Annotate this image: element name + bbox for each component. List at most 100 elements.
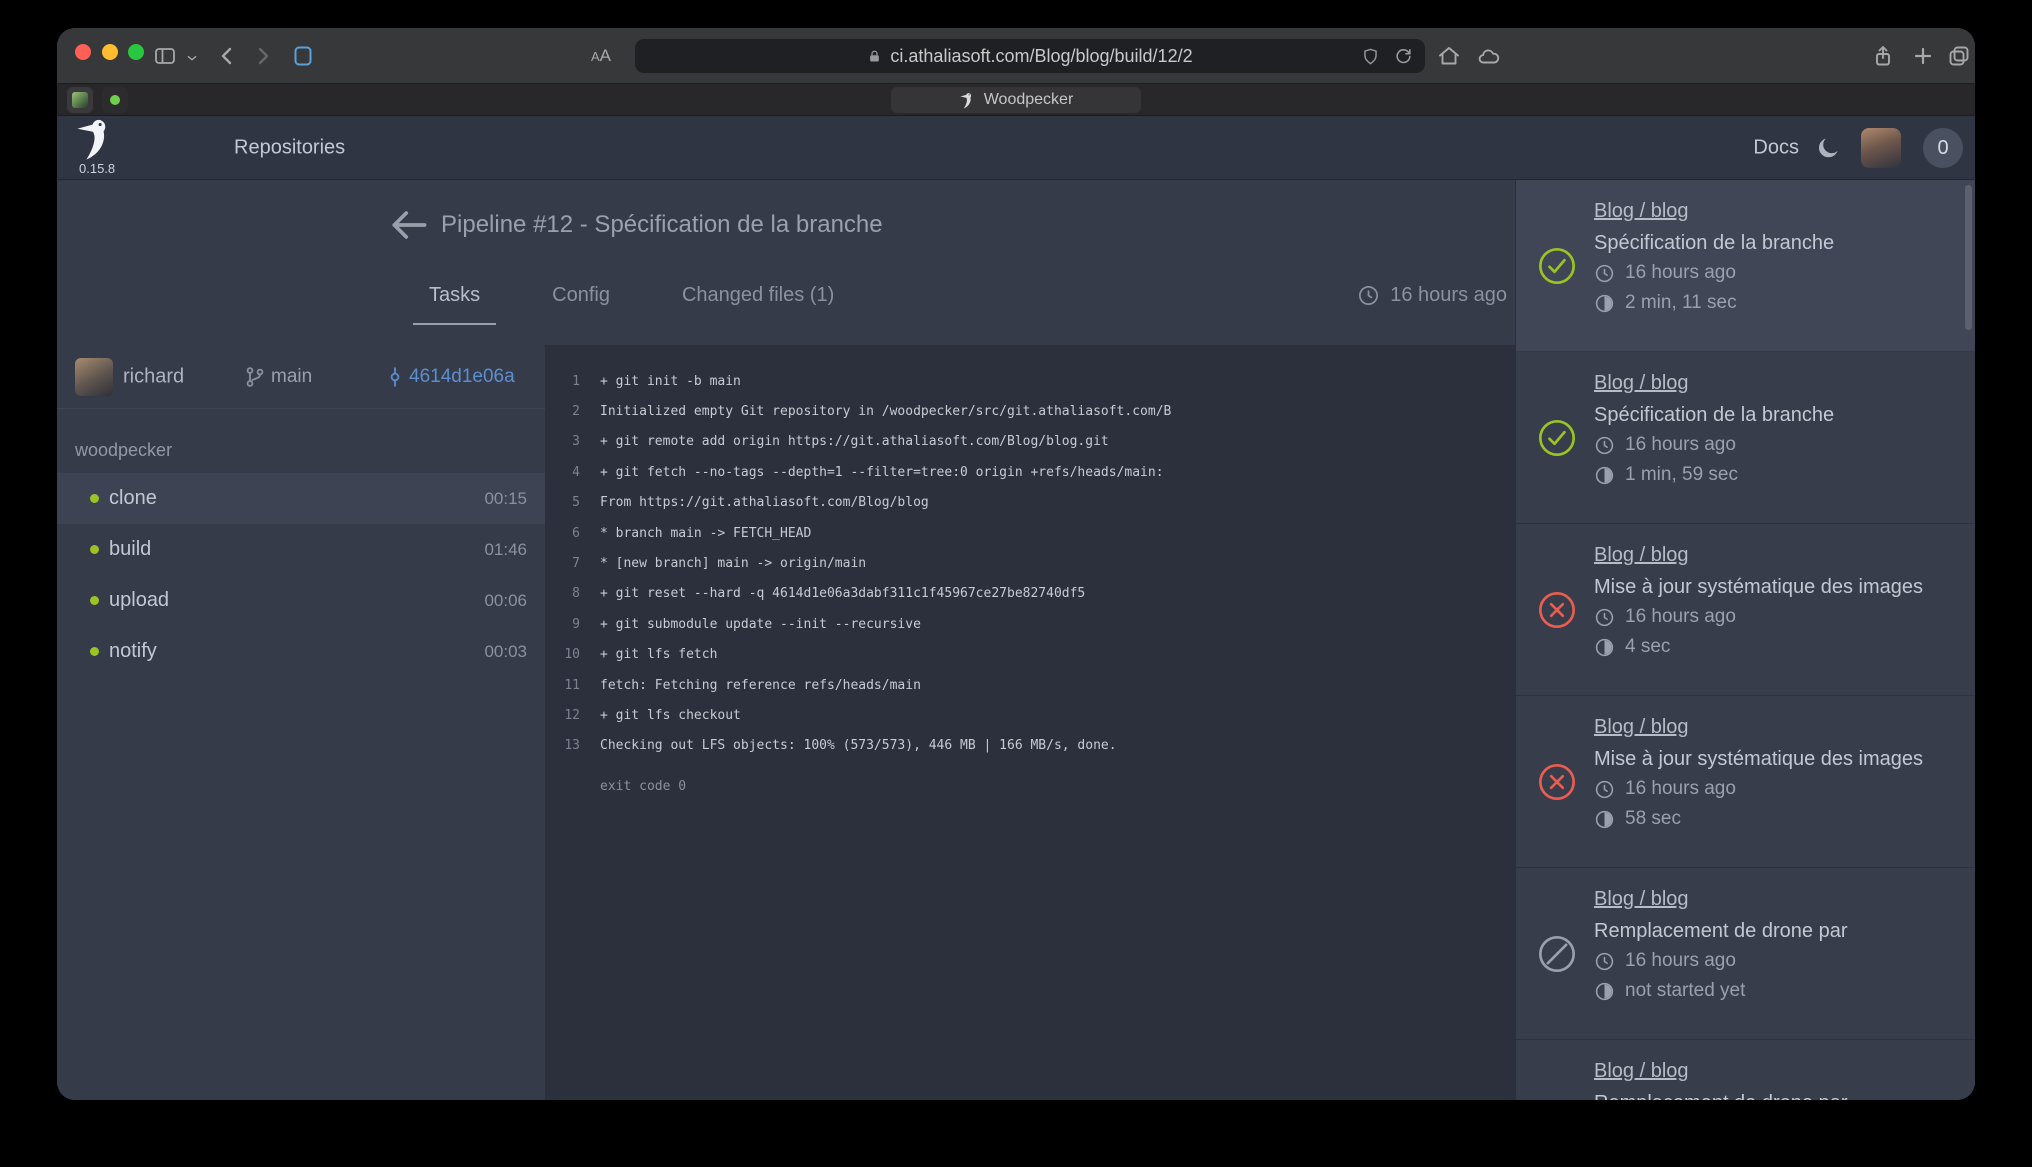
minimize-window-button[interactable] xyxy=(102,44,118,60)
app-version: 0.15.8 xyxy=(79,161,115,176)
user-avatar[interactable] xyxy=(1861,128,1901,168)
step-duration: 00:03 xyxy=(484,642,527,662)
step-row-notify[interactable]: notify 00:03 xyxy=(57,626,545,677)
back-arrow-icon[interactable] xyxy=(387,203,431,247)
build-card[interactable]: Blog / blog Spécification de la branche … xyxy=(1516,180,1975,352)
build-age: 16 hours ago xyxy=(1625,262,1736,284)
woodpecker-favicon xyxy=(959,92,976,109)
scrollbar-thumb[interactable] xyxy=(1965,185,1972,330)
pinned-site-icon[interactable] xyxy=(291,44,315,68)
repo-link[interactable]: Blog / blog xyxy=(1594,1056,1689,1086)
clock-icon xyxy=(1594,435,1615,456)
tab-tasks[interactable]: Tasks xyxy=(413,278,496,325)
address-bar[interactable]: ci.athaliasoft.com/Blog/blog/build/12/2 xyxy=(635,39,1425,73)
status-skipped-icon xyxy=(1537,934,1577,974)
lock-icon xyxy=(867,49,882,64)
line-number: 9 xyxy=(545,617,580,632)
line-text: + git lfs fetch xyxy=(600,647,717,662)
build-duration: 1 min, 59 sec xyxy=(1625,464,1738,486)
tab-overview-icon[interactable] xyxy=(1947,44,1971,68)
nav-repositories[interactable]: Repositories xyxy=(234,136,345,159)
step-name: upload xyxy=(109,589,169,612)
tab-changed-files-1-[interactable]: Changed files (1) xyxy=(666,278,850,325)
build-feed-list: Blog / blog Spécification de la branche … xyxy=(1516,180,1975,1100)
line-text: * branch main -> FETCH_HEAD xyxy=(600,526,811,541)
repo-link[interactable]: Blog / blog xyxy=(1594,884,1689,914)
new-tab-icon[interactable] xyxy=(1911,44,1935,68)
step-row-clone[interactable]: clone 00:15 xyxy=(57,473,545,524)
step-status-dot xyxy=(90,494,99,503)
commit-message: Remplacement de drone par woodpecker xyxy=(1594,916,1957,946)
repo-link[interactable]: Blog / blog xyxy=(1594,540,1689,570)
dark-mode-toggle-icon[interactable] xyxy=(1815,135,1841,161)
forward-nav-icon[interactable] xyxy=(251,44,275,68)
line-number: 13 xyxy=(545,738,580,753)
build-card[interactable]: Blog / blog Mise à jour systématique des… xyxy=(1516,524,1975,696)
console-line: 5 From https://git.athaliasoft.com/Blog/… xyxy=(545,488,1515,518)
share-icon[interactable] xyxy=(1871,44,1895,68)
step-duration: 01:46 xyxy=(484,540,527,560)
build-duration: not started yet xyxy=(1625,980,1745,1002)
tab-config[interactable]: Config xyxy=(536,278,626,325)
tab-title: Woodpecker xyxy=(984,91,1074,109)
repo-link[interactable]: Blog / blog xyxy=(1594,368,1689,398)
build-card[interactable]: Blog / blog Remplacement de drone par wo… xyxy=(1516,1040,1975,1100)
close-window-button[interactable] xyxy=(75,44,91,60)
desktop: AA ci.athaliasoft.com/Blog/blog/build/12… xyxy=(0,0,2032,1167)
pipeline-main: Pipeline #12 - Spécification de la branc… xyxy=(57,180,1515,1100)
build-card[interactable]: Blog / blog Mise à jour systématique des… xyxy=(1516,696,1975,868)
active-tab[interactable]: Woodpecker xyxy=(891,87,1141,113)
app-body: Pipeline #12 - Spécification de la branc… xyxy=(57,180,1975,1100)
status-success-icon xyxy=(1537,246,1577,286)
build-card[interactable]: Blog / blog Spécification de la branche … xyxy=(1516,352,1975,524)
build-feed-sidebar: Blog / blog Spécification de la branche … xyxy=(1515,180,1975,1100)
line-number: 3 xyxy=(545,434,580,449)
build-duration: 4 sec xyxy=(1625,636,1670,658)
url-text: ci.athaliasoft.com/Blog/blog/build/12/2 xyxy=(890,46,1192,67)
pinned-tab-2[interactable] xyxy=(102,87,128,113)
text-size-icon[interactable]: AA xyxy=(591,46,625,70)
reload-icon[interactable] xyxy=(1394,47,1413,66)
browser-window: AA ci.athaliasoft.com/Blog/blog/build/12… xyxy=(57,28,1975,1100)
commit-message: Mise à jour systématique des images xyxy=(1594,572,1957,602)
clock-icon xyxy=(1594,607,1615,628)
line-text: Checking out LFS objects: 100% (573/573)… xyxy=(600,738,1117,753)
shield-icon[interactable] xyxy=(1361,47,1380,66)
pinned-tab-favicon xyxy=(110,95,120,105)
build-card[interactable]: Blog / blog Remplacement de drone par wo… xyxy=(1516,868,1975,1040)
line-text: + git init -b main xyxy=(600,374,741,389)
repo-link[interactable]: Blog / blog xyxy=(1594,196,1689,226)
step-row-upload[interactable]: upload 00:06 xyxy=(57,575,545,626)
line-number: 7 xyxy=(545,556,580,571)
step-duration: 00:15 xyxy=(484,489,527,509)
commit-sha-link[interactable]: 4614d1e06a xyxy=(409,366,515,388)
line-text: + git remote add origin https://git.atha… xyxy=(600,434,1109,449)
pipeline-header: Pipeline #12 - Spécification de la branc… xyxy=(57,180,1515,345)
zoom-window-button[interactable] xyxy=(128,44,144,60)
step-row-build[interactable]: build 01:46 xyxy=(57,524,545,575)
commit-message: Mise à jour systématique des images xyxy=(1594,744,1957,774)
clock-icon xyxy=(1594,779,1615,800)
repo-link[interactable]: Blog / blog xyxy=(1594,712,1689,742)
line-number: 11 xyxy=(545,678,580,693)
pipeline-age: 16 hours ago xyxy=(1357,284,1507,307)
line-number: 2 xyxy=(545,404,580,419)
nav-docs[interactable]: Docs xyxy=(1753,136,1799,159)
back-nav-icon[interactable] xyxy=(215,44,239,68)
console-line: 7 * [new branch] main -> origin/main xyxy=(545,548,1515,578)
line-text: + git lfs checkout xyxy=(600,708,741,723)
step-status-dot xyxy=(90,545,99,554)
woodpecker-logo-icon[interactable] xyxy=(73,117,119,161)
step-name: notify xyxy=(109,640,157,663)
notification-count-badge[interactable]: 0 xyxy=(1923,128,1963,168)
console-line: 8 + git reset --hard -q 4614d1e06a3dabf3… xyxy=(545,579,1515,609)
sidebar-toggle-icon[interactable] xyxy=(153,44,177,68)
pinned-tab-1[interactable] xyxy=(67,87,93,113)
chevron-down-icon[interactable] xyxy=(185,51,199,65)
clock-icon xyxy=(1357,284,1380,307)
cloud-icon[interactable] xyxy=(1477,44,1501,68)
home-icon[interactable] xyxy=(1437,44,1461,68)
duration-icon xyxy=(1594,809,1615,830)
console-line: 3 + git remote add origin https://git.at… xyxy=(545,427,1515,457)
step-status-dot xyxy=(90,596,99,605)
